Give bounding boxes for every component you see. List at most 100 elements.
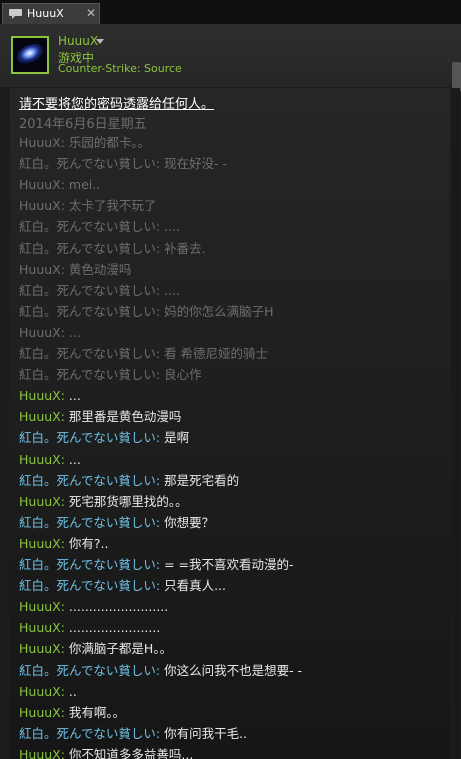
message-sender: HuuuX — [19, 262, 61, 277]
chat-message: 紅白。死んでない貧しい: .... — [19, 218, 180, 236]
chevron-down-icon[interactable] — [96, 39, 104, 44]
security-warning: 请不要将您的密码透露给任何人。 — [19, 97, 215, 112]
message-text: 那是死宅看的 — [164, 473, 240, 488]
message-text: ......................... — [68, 599, 169, 614]
message-text: 你满脑子都是H。。 — [68, 641, 173, 656]
message-text: 是啊 — [164, 430, 190, 445]
message-sender: 紅白。死んでない貧しい — [19, 578, 156, 593]
message-separator: : — [155, 663, 165, 678]
chat-message: 紅白。死んでない貧しい: 你这么问我不也是想要- - — [19, 662, 302, 680]
message-text: 补番去. — [164, 241, 206, 256]
message-text: 黄色动漫吗 — [68, 262, 132, 277]
chat-message: HuuuX: ....................... — [19, 619, 160, 637]
message-separator: : — [60, 325, 69, 340]
game-name: Counter-Strike: Source — [58, 62, 182, 75]
message-text: 看 希德尼娅的骑士 — [164, 346, 269, 361]
message-separator: : — [155, 283, 165, 298]
chat-message: 紅白。死んでない貧しい: 妈的你怎么满脑子H — [19, 303, 273, 321]
avatar-image — [13, 38, 47, 72]
tab-title: HuuuX — [27, 7, 64, 20]
message-sender: HuuuX — [19, 388, 61, 403]
chat-message: HuuuX: 那里番是黄色动漫吗 — [19, 408, 181, 426]
chat-log[interactable]: 请不要将您的密码透露给任何人。 2014年6月6日星期五 HuuuX: 乐园的都… — [10, 88, 450, 759]
message-separator: : — [60, 536, 69, 551]
message-sender: HuuuX — [19, 135, 61, 150]
message-text: 你有问我干毛.. — [164, 726, 248, 741]
chat-message: HuuuX: mei.. — [19, 176, 100, 194]
message-sender: HuuuX — [19, 747, 61, 759]
chat-bubble-icon — [9, 9, 22, 19]
message-separator: : — [155, 156, 165, 171]
message-text: 你不知道多多益善吗... — [68, 747, 194, 759]
message-separator: : — [155, 557, 165, 572]
message-text: 只看真人... — [164, 578, 226, 593]
message-separator: : — [60, 198, 69, 213]
message-text: ... — [68, 452, 81, 467]
message-sender: 紅白。死んでない貧しい — [19, 219, 156, 234]
message-sender: HuuuX — [19, 177, 61, 192]
message-separator: : — [60, 705, 69, 720]
message-separator: : — [60, 684, 69, 699]
message-separator: : — [155, 367, 165, 382]
message-text: ... — [68, 325, 81, 340]
message-sender: 紅白。死んでない貧しい — [19, 473, 156, 488]
avatar[interactable] — [11, 36, 49, 74]
message-text: 你这么问我不也是想要- - — [164, 663, 303, 678]
message-text: ... — [68, 388, 81, 403]
message-separator: : — [60, 747, 69, 759]
chat-scrollbar[interactable] — [452, 88, 460, 759]
chat-message: 紅白。死んでない貧しい: 你想要？ — [19, 514, 214, 532]
chat-message: 紅白。死んでない貧しい: 良心作 — [19, 366, 202, 384]
message-separator: : — [155, 304, 165, 319]
message-sender: HuuuX — [19, 452, 61, 467]
message-separator: : — [60, 620, 69, 635]
message-sender: 紅白。死んでない貧しい — [19, 515, 156, 530]
close-icon[interactable]: ✕ — [86, 6, 96, 20]
message-text: mei.. — [68, 177, 101, 192]
message-sender: HuuuX — [19, 620, 61, 635]
message-separator: : — [155, 726, 165, 741]
chat-message: HuuuX: ... — [19, 324, 81, 342]
chat-tab[interactable]: HuuuX ✕ — [2, 3, 100, 24]
message-text: .... — [164, 219, 180, 234]
message-separator: : — [60, 388, 69, 403]
chat-header: HuuuX 游戏中 Counter-Strike: Source — [0, 25, 461, 92]
message-separator: : — [155, 473, 165, 488]
message-separator: : — [60, 494, 69, 509]
chat-message: HuuuX: 死宅那货哪里找的。。 — [19, 493, 188, 511]
chat-message: HuuuX: 黄色动漫吗 — [19, 261, 131, 279]
message-sender: 紅白。死んでない貧しい — [19, 663, 156, 678]
message-sender: HuuuX — [19, 198, 61, 213]
chat-message: HuuuX: 你满脑子都是H。。 — [19, 640, 172, 658]
message-separator: : — [60, 262, 69, 277]
message-text: .... — [164, 283, 180, 298]
chat-message: 紅白。死んでない貧しい: 补番去. — [19, 240, 206, 258]
chat-message: 紅白。死んでない貧しい: 只看真人... — [19, 577, 226, 595]
chat-message: HuuuX: ... — [19, 451, 81, 469]
message-sender: 紅白。死んでない貧しい — [19, 346, 156, 361]
message-sender: 紅白。死んでない貧しい — [19, 283, 156, 298]
message-text: 乐园的都卡。。 — [68, 135, 151, 150]
chat-message: HuuuX: 你不知道多多益善吗... — [19, 746, 193, 759]
chat-message: 紅白。死んでない貧しい: 是啊 — [19, 429, 189, 447]
message-separator: : — [155, 578, 165, 593]
message-separator: : — [155, 346, 165, 361]
chat-message: 紅白。死んでない貧しい: 你有问我干毛.. — [19, 725, 247, 743]
tab-bar: HuuuX ✕ — [0, 0, 461, 25]
chat-message: 紅白。死んでない貧しい: 看 希德尼娅的骑士 — [19, 345, 268, 363]
message-separator: : — [60, 177, 69, 192]
message-sender: 紅白。死んでない貧しい — [19, 430, 156, 445]
message-text: 你有?.. — [68, 536, 109, 551]
message-text: = =我不喜欢看动漫的- — [164, 557, 294, 572]
message-text: 你想要？ — [164, 515, 215, 530]
message-separator: : — [60, 452, 69, 467]
message-separator: : — [60, 599, 69, 614]
chat-message: HuuuX: 我有啊。。 — [19, 704, 125, 722]
message-sender: HuuuX — [19, 325, 61, 340]
chat-message: HuuuX: ......................... — [19, 598, 168, 616]
message-sender: 紅白。死んでない貧しい — [19, 557, 156, 572]
message-separator: : — [155, 219, 165, 234]
chat-message: 紅白。死んでない貧しい: .... — [19, 282, 180, 300]
message-text: 现在好没- - — [164, 156, 228, 171]
message-text: 我有啊。。 — [68, 705, 126, 720]
